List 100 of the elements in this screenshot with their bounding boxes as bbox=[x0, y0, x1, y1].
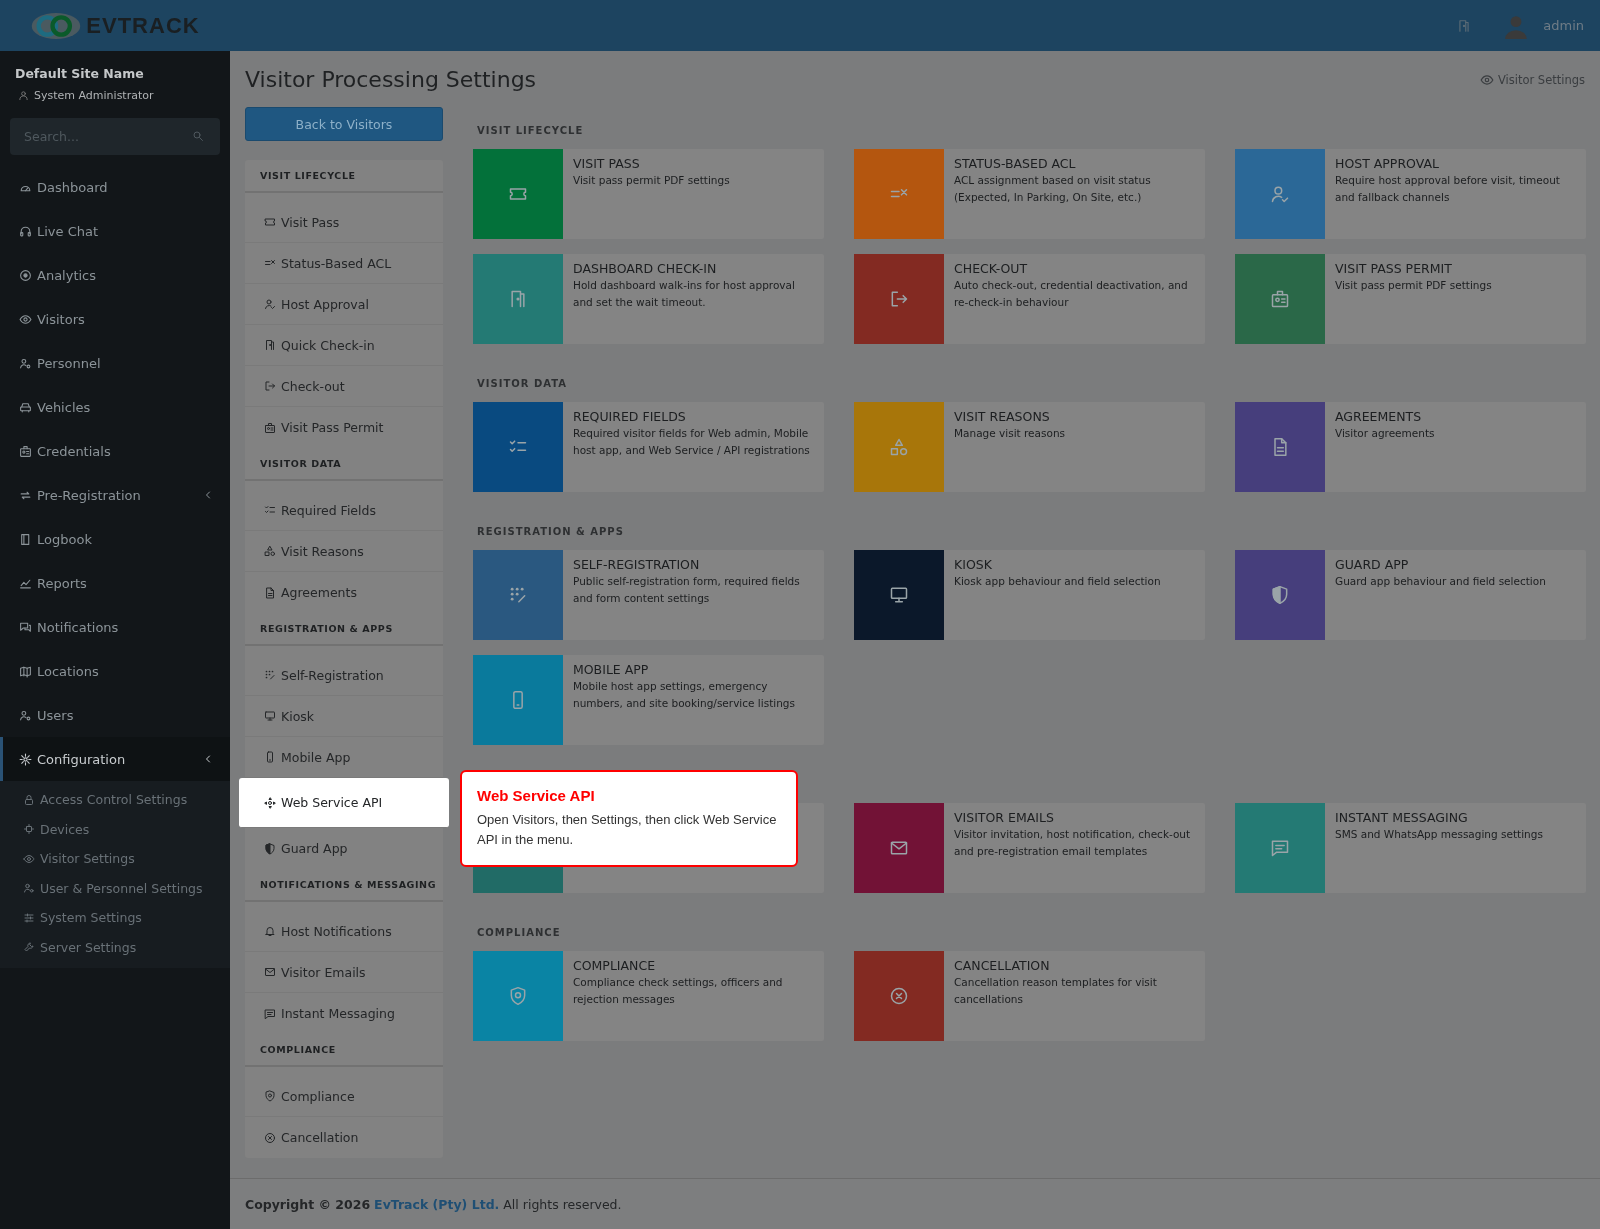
card-description: Visitor invitation, host notification, check-out and pre-registration email templates bbox=[954, 827, 1192, 859]
nav-item[interactable]: Locations bbox=[0, 649, 230, 693]
person-check-icon bbox=[1270, 184, 1290, 204]
settings-card[interactable]: REQUIRED FIELDS Required visitor fields for Web admin, Mobile host app, and Web Service / API registrations bbox=[473, 402, 824, 492]
exit-icon bbox=[264, 380, 276, 392]
eye-icon bbox=[19, 312, 32, 326]
nav-item[interactable]: Personnel bbox=[0, 341, 230, 385]
exit-icon bbox=[889, 289, 909, 309]
nav-item[interactable]: Reports bbox=[0, 561, 230, 605]
shield-icon bbox=[264, 1090, 276, 1102]
user-gear-icon bbox=[23, 882, 35, 895]
submenu-item[interactable]: User & Personnel Settings bbox=[0, 873, 230, 903]
menu-item[interactable]: Quick Check-in bbox=[245, 325, 443, 366]
card-description: Visitor agreements bbox=[1335, 426, 1435, 441]
submenu-item[interactable]: System Settings bbox=[0, 903, 230, 933]
card-description: SMS and WhatsApp messaging settings bbox=[1335, 827, 1543, 842]
submenu-item[interactable]: Server Settings bbox=[0, 932, 230, 962]
menu-item[interactable]: Required Fields bbox=[245, 490, 443, 531]
menu-item[interactable]: Host Approval bbox=[245, 284, 443, 325]
settings-card[interactable]: COMPLIANCE Compliance check settings, officers and rejection messages bbox=[473, 951, 824, 1041]
user-name[interactable]: admin bbox=[1543, 18, 1584, 33]
card-title: DASHBOARD CHECK-IN bbox=[573, 261, 718, 276]
settings-card[interactable]: INSTANT MESSAGING SMS and WhatsApp messaging settings bbox=[1235, 803, 1586, 893]
settings-card[interactable]: HOST APPROVAL Require host approval before visit, timeout and fallback channels bbox=[1235, 149, 1586, 239]
shapes-icon bbox=[264, 545, 276, 557]
menu-item[interactable]: Status-Based ACL bbox=[245, 243, 443, 284]
shield-icon bbox=[1270, 585, 1290, 605]
settings-card[interactable]: VISITOR EMAILS Visitor invitation, host notification, check-out and pre-registration email templates bbox=[854, 803, 1205, 893]
site-name: Default Site Name bbox=[14, 66, 145, 81]
nav-item[interactable]: Logbook bbox=[0, 517, 230, 561]
card-title: INSTANT MESSAGING bbox=[1335, 810, 1469, 825]
settings-card[interactable]: CHECK-OUT Auto check-out, credential deactivation, and re-check-in behaviour bbox=[854, 254, 1205, 344]
card-title: AGREEMENTS bbox=[1335, 409, 1423, 424]
menu-item[interactable]: Visit Reasons bbox=[245, 531, 443, 572]
menu-item[interactable]: Agreements bbox=[245, 572, 443, 613]
chip-icon bbox=[23, 823, 35, 836]
dots-icon bbox=[508, 585, 528, 605]
submenu-item[interactable]: Visitor Settings bbox=[0, 844, 230, 874]
settings-card[interactable]: AGREEMENTS Visitor agreements bbox=[1235, 402, 1586, 492]
settings-card[interactable]: DASHBOARD CHECK-IN Hold dashboard walk-ins for host approval and set the wait timeout. bbox=[473, 254, 824, 344]
nav-item[interactable]: Live Chat bbox=[0, 209, 230, 253]
circle-x-icon bbox=[889, 986, 909, 1006]
card-title: VISIT PASS PERMIT bbox=[1335, 261, 1453, 276]
section-heading: VISIT LIFECYCLE bbox=[477, 125, 584, 136]
settings-card[interactable]: GUARD APP Guard app behaviour and field selection bbox=[1235, 550, 1586, 640]
card-description: Manage visit reasons bbox=[954, 426, 1066, 441]
card-title: HOST APPROVAL bbox=[1335, 156, 1440, 171]
car-icon bbox=[19, 400, 32, 414]
card-title: GUARD APP bbox=[1335, 557, 1410, 572]
user-gear-icon bbox=[19, 708, 32, 722]
nav-item[interactable]: Visitors bbox=[0, 297, 230, 341]
document-icon bbox=[264, 586, 276, 599]
settings-card[interactable]: STATUS-BASED ACL ACL assignment based on visit status (Expected, In Parking, On Site, etc.) bbox=[854, 149, 1205, 239]
settings-card[interactable]: KIOSK Kiosk app behaviour and field selection bbox=[854, 550, 1205, 640]
door-icon[interactable] bbox=[1457, 18, 1472, 33]
door-icon bbox=[508, 289, 528, 309]
menu-item[interactable]: Visitor Emails bbox=[245, 952, 443, 993]
menu-item[interactable]: Compliance bbox=[245, 1076, 443, 1117]
menu-item[interactable]: Self-Registration bbox=[245, 655, 443, 696]
nav-item[interactable]: Pre-Registration bbox=[0, 473, 230, 517]
copyright-text: Copyright © 2026 EvTrack (Pty) Ltd. All rights reserved. bbox=[245, 1196, 622, 1212]
nav-item[interactable]: Users bbox=[0, 693, 230, 737]
card-title: MOBILE APP bbox=[573, 662, 650, 677]
menu-item[interactable]: Cancellation bbox=[245, 1117, 443, 1158]
search-icon[interactable] bbox=[192, 130, 204, 142]
menu-item[interactable]: Web Service API bbox=[239, 778, 449, 828]
menu-item[interactable]: Visit Pass Permit bbox=[245, 407, 443, 448]
settings-card[interactable]: CANCELLATION Cancellation reason templates for visit cancellations bbox=[854, 951, 1205, 1041]
settings-card[interactable]: SELF-REGISTRATION Public self-registration form, required fields and form content settings bbox=[473, 550, 824, 640]
breadcrumb-link[interactable]: Visitor Settings bbox=[1479, 72, 1585, 87]
card-description: Compliance check settings, officers and rejection messages bbox=[573, 975, 784, 1007]
nav-item[interactable]: Credentials bbox=[0, 429, 230, 473]
settings-card[interactable]: VISIT PASS PERMIT Visit pass permit PDF settings bbox=[1235, 254, 1586, 344]
settings-card[interactable]: VISIT REASONS Manage visit reasons bbox=[854, 402, 1205, 492]
nav-item[interactable]: Notifications bbox=[0, 605, 230, 649]
logo-icon bbox=[30, 10, 83, 41]
checklist-icon bbox=[264, 504, 276, 516]
menu-item[interactable]: Instant Messaging bbox=[245, 993, 443, 1034]
menu-item[interactable]: Host Notifications bbox=[245, 911, 443, 952]
shield-icon bbox=[264, 842, 276, 855]
nav-item[interactable]: Vehicles bbox=[0, 385, 230, 429]
menu-item[interactable]: Guard App bbox=[245, 828, 443, 869]
settings-card[interactable]: VISIT PASS Visit pass permit PDF settings bbox=[473, 149, 824, 239]
eye-icon bbox=[23, 852, 35, 865]
menu-item[interactable]: Check-out bbox=[245, 366, 443, 407]
menu-item[interactable]: Visit Pass bbox=[245, 202, 443, 243]
envelope-icon bbox=[889, 838, 909, 858]
submenu-item[interactable]: Access Control Settings bbox=[0, 785, 230, 815]
id-card-icon bbox=[19, 444, 32, 458]
nav-item[interactable]: Analytics bbox=[0, 253, 230, 297]
nav-item[interactable]: Configuration bbox=[0, 737, 230, 781]
monitor-icon bbox=[264, 710, 276, 722]
menu-item[interactable]: Kiosk bbox=[245, 696, 443, 737]
card-title: VISIT REASONS bbox=[954, 409, 1051, 424]
section-heading: REGISTRATION & APPS bbox=[477, 526, 624, 537]
settings-card[interactable]: MOBILE APP Mobile host app settings, emergency numbers, and site booking/service listings bbox=[473, 655, 824, 745]
nav-item[interactable]: Dashboard bbox=[0, 165, 230, 209]
submenu-item[interactable]: Devices bbox=[0, 814, 230, 844]
back-button[interactable]: Back to Visitors bbox=[245, 107, 443, 141]
bell-icon bbox=[264, 925, 276, 937]
